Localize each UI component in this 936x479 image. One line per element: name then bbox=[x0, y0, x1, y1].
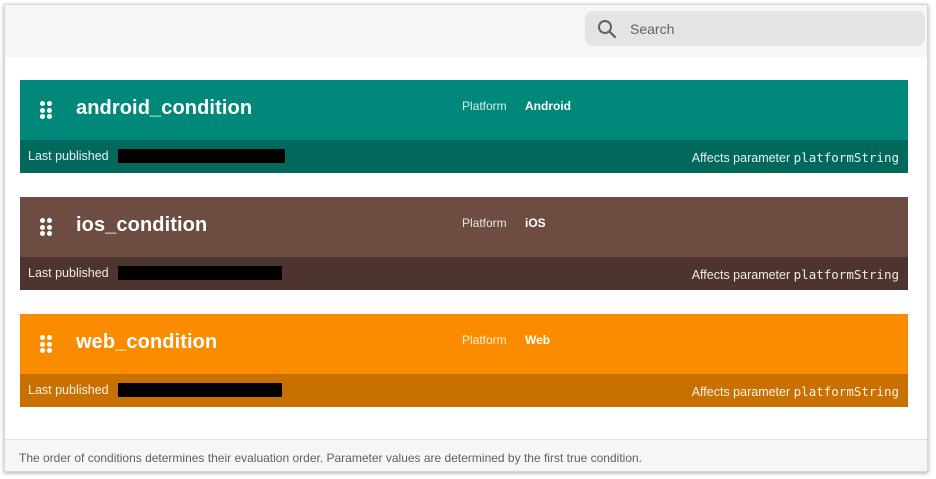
search-box[interactable] bbox=[585, 11, 925, 46]
condition-card-android[interactable]: android_condition Platform Android Last … bbox=[20, 80, 908, 173]
parameter-name: platformString bbox=[793, 150, 899, 165]
platform-value: Android bbox=[525, 99, 571, 113]
search-icon bbox=[598, 19, 617, 38]
platform-value: iOS bbox=[525, 216, 546, 230]
condition-card-footer: Last published Affects parameter platfor… bbox=[20, 257, 908, 290]
search-input[interactable] bbox=[628, 19, 902, 38]
platform-label: Platform bbox=[462, 99, 507, 113]
platform-label: Platform bbox=[462, 333, 507, 347]
redacted-block bbox=[118, 149, 285, 163]
parameter-name: platformString bbox=[793, 267, 899, 282]
platform-label: Platform bbox=[462, 216, 507, 230]
toolbar bbox=[5, 5, 927, 57]
footer-text: The order of conditions determines their… bbox=[19, 451, 642, 465]
condition-name[interactable]: android_condition bbox=[76, 97, 252, 120]
parameter-name: platformString bbox=[793, 384, 899, 399]
condition-card-header: android_condition Platform Android bbox=[20, 80, 908, 140]
condition-card-header: web_condition Platform Web bbox=[20, 314, 908, 374]
platform-value: Web bbox=[525, 333, 551, 347]
condition-card-ios[interactable]: ios_condition Platform iOS Last publishe… bbox=[20, 197, 908, 290]
drag-handle-icon[interactable] bbox=[40, 335, 54, 353]
last-published-label: Last published bbox=[28, 149, 109, 163]
condition-card-header: ios_condition Platform iOS bbox=[20, 197, 908, 257]
affects-parameter: Affects parameter platformString bbox=[692, 267, 899, 282]
redacted-block bbox=[118, 383, 282, 397]
drag-handle-icon[interactable] bbox=[40, 101, 54, 119]
last-published-label: Last published bbox=[28, 266, 109, 280]
conditions-panel: android_condition Platform Android Last … bbox=[4, 4, 928, 472]
affects-parameter: Affects parameter platformString bbox=[692, 150, 899, 165]
redacted-block bbox=[118, 266, 282, 280]
affects-parameter: Affects parameter platformString bbox=[692, 384, 899, 399]
condition-card-footer: Last published Affects parameter platfor… bbox=[20, 140, 908, 173]
footer-note: The order of conditions determines their… bbox=[5, 439, 927, 471]
condition-card-web[interactable]: web_condition Platform Web Last publishe… bbox=[20, 314, 908, 407]
affects-label: Affects parameter bbox=[691, 151, 791, 165]
condition-name[interactable]: ios_condition bbox=[76, 214, 207, 237]
condition-card-footer: Last published Affects parameter platfor… bbox=[20, 374, 908, 407]
affects-label: Affects parameter bbox=[691, 268, 791, 282]
affects-label: Affects parameter bbox=[691, 385, 791, 399]
last-published-label: Last published bbox=[28, 383, 109, 397]
condition-name[interactable]: web_condition bbox=[76, 331, 217, 354]
drag-handle-icon[interactable] bbox=[40, 218, 54, 236]
